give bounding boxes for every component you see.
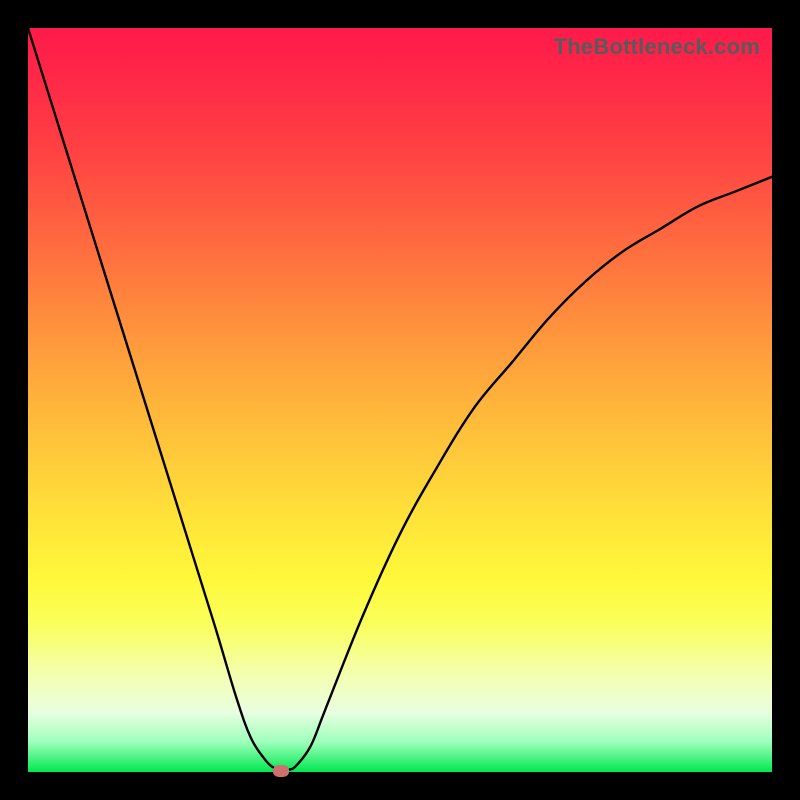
chart-frame: TheBottleneck.com [0, 0, 800, 800]
watermark-text: TheBottleneck.com [554, 34, 760, 60]
optimal-point-marker [273, 765, 289, 777]
bottleneck-curve [28, 28, 772, 772]
chart-plot-area: TheBottleneck.com [28, 28, 772, 772]
